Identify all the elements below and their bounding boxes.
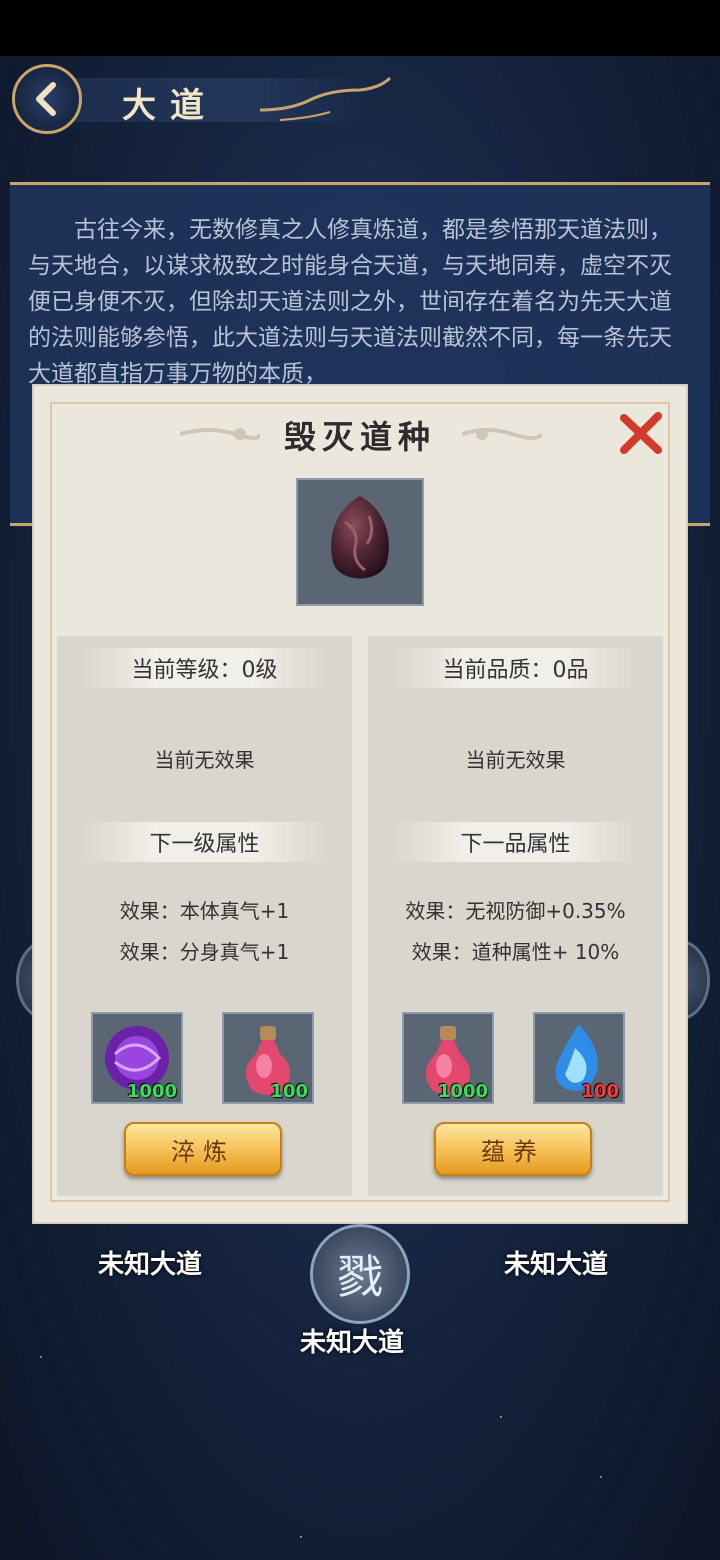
material-count: 1000 (437, 1081, 488, 1102)
next-level-effect-1: 效果：本体真气+1 (119, 899, 290, 923)
next-level-label: 下一级属性 (82, 822, 327, 862)
material-count: 100 (270, 1081, 308, 1102)
item-slot[interactable] (296, 478, 424, 606)
current-level-label: 当前等级：0级 (82, 648, 327, 688)
current-level-effect: 当前无效果 (154, 748, 255, 772)
title-left-ornament-icon (180, 428, 260, 440)
refine-button[interactable]: 淬炼 (124, 1122, 282, 1176)
dao-node-center[interactable]: 戮 (310, 1224, 410, 1324)
dialog-title: 毁灭道种 (283, 418, 436, 456)
dao-label-right: 未知大道 (504, 1250, 609, 1280)
next-level-effect-2: 效果：分身真气+1 (119, 940, 290, 964)
current-quality-label: 当前品质：0品 (393, 648, 638, 688)
back-arrow-icon (36, 82, 56, 116)
dao-label-center: 未知大道 (300, 1328, 405, 1358)
nurture-button[interactable]: 蕴养 (434, 1122, 592, 1176)
close-button[interactable] (618, 410, 664, 456)
close-icon (620, 412, 662, 454)
next-quality-effect-2: 效果：道种属性+ 10% (411, 940, 620, 964)
page-title: 大道 (122, 86, 218, 126)
material-count: 100 (581, 1081, 619, 1102)
current-quality-effect: 当前无效果 (465, 748, 566, 772)
material-slot-purple-orb[interactable]: 1000 (91, 1012, 183, 1104)
material-slot-blue-flame[interactable]: 100 (533, 1012, 625, 1104)
next-quality-effect-1: 效果：无视防御+0.35% (405, 899, 626, 923)
back-button[interactable] (12, 64, 82, 134)
dao-glyph: 戮 (337, 1250, 383, 1304)
title-right-ornament-icon (462, 428, 542, 440)
material-slot-pink-potion[interactable]: 1000 (402, 1012, 494, 1104)
cloud-ornament-icon (259, 76, 392, 121)
dao-label-left: 未知大道 (98, 1250, 203, 1280)
material-slot-pink-potion[interactable]: 100 (222, 1012, 314, 1104)
next-quality-label: 下一品属性 (393, 822, 638, 862)
seed-icon (331, 496, 389, 579)
material-count: 1000 (126, 1081, 177, 1102)
